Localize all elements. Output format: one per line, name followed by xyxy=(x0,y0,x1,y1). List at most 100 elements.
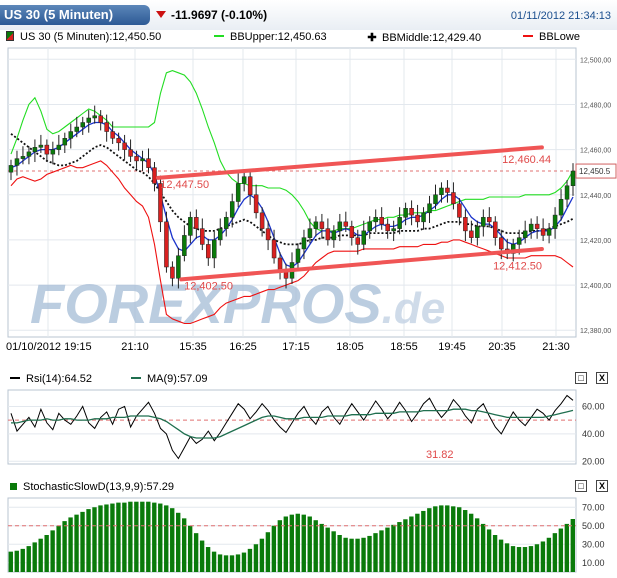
stoch-bar xyxy=(146,501,151,572)
stoch-bar xyxy=(307,516,312,572)
stoch-bar xyxy=(265,532,271,572)
candle-body xyxy=(552,214,558,229)
candle-body xyxy=(409,208,414,216)
candle-body xyxy=(313,221,319,229)
legend-bb-lower: BBLowe xyxy=(523,31,580,43)
candle-body xyxy=(325,228,331,241)
stoch-bar xyxy=(80,511,85,572)
stoch-bar xyxy=(451,506,456,572)
stoch-bar xyxy=(32,542,37,572)
candle-body xyxy=(433,194,438,205)
stoch-bar xyxy=(74,514,79,572)
legend-rsi: Rsi(14):64.52 xyxy=(10,373,92,385)
title-tab: US 30 (5 Minuten) xyxy=(0,5,150,25)
triangle-down-icon xyxy=(156,11,166,18)
candle-body xyxy=(499,237,504,250)
candle-body xyxy=(522,230,528,238)
stoch-bar xyxy=(439,505,444,572)
legend-bb-upper: BBUpper:12,450.63 xyxy=(214,31,327,43)
candle-body xyxy=(463,217,468,232)
candle-body xyxy=(445,187,450,193)
minimize-icon[interactable]: □ xyxy=(575,372,587,384)
candle-body xyxy=(319,221,325,229)
stoch-bar xyxy=(391,524,396,572)
candle-body xyxy=(265,228,271,241)
stoch-bar xyxy=(283,516,289,572)
candle-body xyxy=(439,187,444,196)
candle-body xyxy=(481,217,486,227)
candle-body xyxy=(194,217,199,229)
legend-rsi-label: Rsi(14):64.52 xyxy=(26,373,93,385)
x-tick-label: 18:05 xyxy=(336,341,364,353)
legend-bb-middle: ✚ BBMiddle:12,429.40 xyxy=(366,31,481,44)
stoch-bar xyxy=(516,547,522,572)
stoch-bar xyxy=(331,531,336,572)
header-bar: US 30 (5 Minuten) -11.9697 (-0.10%) 01/1… xyxy=(0,0,617,30)
candle-body xyxy=(68,131,74,139)
candle-body xyxy=(307,228,313,238)
candle-body xyxy=(247,176,253,196)
candle-body xyxy=(570,170,576,186)
green-line-icon xyxy=(214,35,224,37)
candle-body xyxy=(295,248,301,263)
timestamp: 01/11/2012 21:34:13 xyxy=(510,10,611,22)
candle-body xyxy=(170,266,175,279)
candle-body xyxy=(343,221,349,227)
rsi-y-tick-label: 20.00 xyxy=(582,456,605,466)
candle-body xyxy=(229,201,235,218)
stoch-bar xyxy=(498,539,504,572)
stoch-axes: 10.00 30.00 50.00 70.00 xyxy=(582,502,605,568)
candle-body xyxy=(206,244,211,259)
stoch-bar xyxy=(468,513,474,572)
stoch-bar xyxy=(301,514,306,572)
candle-body xyxy=(427,203,432,214)
minimize-icon[interactable]: □ xyxy=(575,480,587,492)
candle-body xyxy=(116,138,121,144)
candle-body xyxy=(516,237,522,245)
close-icon[interactable]: X xyxy=(596,480,608,492)
stoch-bar xyxy=(235,554,241,572)
stoch-bar xyxy=(570,519,575,572)
candle-body xyxy=(331,230,337,241)
stoch-bar xyxy=(247,548,253,572)
stoch-bar xyxy=(62,521,67,572)
stoch-bar xyxy=(128,501,133,572)
chart-window: US 30 (5 Minuten) -11.9697 (-0.10%) 01/1… xyxy=(0,0,617,578)
stoch-bar xyxy=(271,525,277,572)
stoch-bar xyxy=(205,547,211,572)
close-icon[interactable]: X xyxy=(596,372,608,384)
stoch-bar xyxy=(433,506,438,572)
stoch-y-tick-label: 30.00 xyxy=(582,539,605,549)
stoch-bar xyxy=(457,507,462,572)
candle-body xyxy=(271,239,277,259)
y-tick-label: 12,440,00 xyxy=(580,193,611,200)
legend-instrument: US 30 (5 Minuten):12,450.50 xyxy=(6,31,161,43)
watermark-suffix: .de xyxy=(382,284,446,333)
legend-bb-middle-label: BBMiddle:12,429.40 xyxy=(382,32,482,44)
stoch-bar xyxy=(140,501,145,572)
candle-body xyxy=(241,176,247,184)
candle-body xyxy=(540,228,546,236)
rsi-y-tick-label: 60.00 xyxy=(582,401,605,411)
candle-body xyxy=(92,115,97,119)
stoch-bar xyxy=(343,537,348,572)
candle-body xyxy=(253,194,259,214)
trend-line-label: 12,447.50 xyxy=(160,179,209,191)
stoch-bar xyxy=(199,540,205,572)
stoch-bar xyxy=(241,552,247,572)
candle-body xyxy=(451,192,456,205)
legend-bb-upper-label: BBUpper:12,450.63 xyxy=(230,31,327,43)
y-tick-label: 12,480,00 xyxy=(580,102,611,109)
stoch-bar xyxy=(86,509,91,572)
candle-body xyxy=(223,217,229,229)
rsi-chart[interactable]: 20.00 40.00 60.00 31.82 xyxy=(0,388,617,468)
stochastic-chart[interactable]: 10.00 30.00 50.00 70.00 xyxy=(0,496,617,578)
y-tick-label: 12,460,00 xyxy=(580,148,611,155)
stoch-bar xyxy=(522,547,528,572)
candle-body xyxy=(86,117,91,123)
price-chart[interactable]: FOREXPROS.de 12,380,0012,400,0012,420,00… xyxy=(0,45,617,355)
stoch-bar xyxy=(373,533,378,572)
stoch-bar xyxy=(110,503,115,572)
stoch-bar xyxy=(492,535,498,572)
stoch-header: StochasticSlowD(13,9,9):57.29 □ X xyxy=(0,480,617,496)
